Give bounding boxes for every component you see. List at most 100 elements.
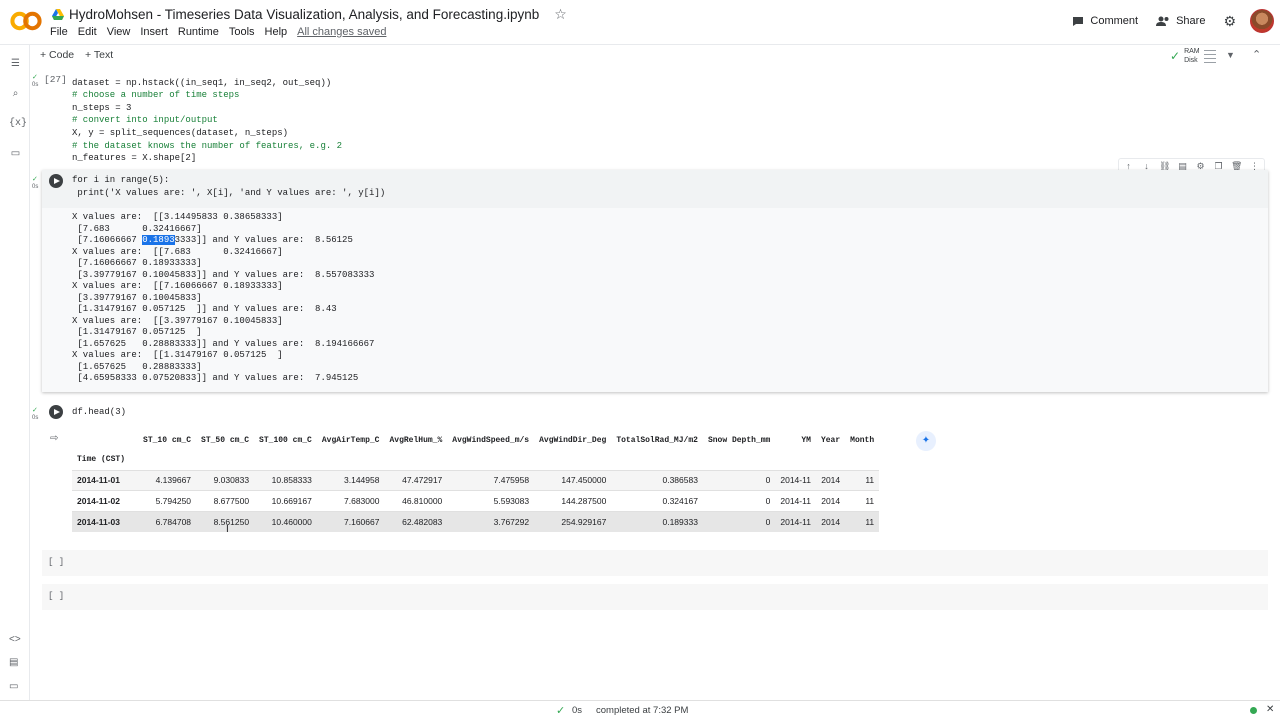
table-cell: 3.144958 bbox=[316, 470, 385, 491]
runtime-dropdown-icon[interactable]: ▼ bbox=[1226, 50, 1235, 60]
add-text-button[interactable]: + Text bbox=[85, 49, 113, 61]
code-snippets-icon[interactable]: <> bbox=[9, 634, 21, 645]
code-line: dataset = np.hstack((in_seq1, in_seq2, o… bbox=[72, 77, 332, 88]
menu-tools[interactable]: Tools bbox=[229, 26, 255, 38]
cell-output-text[interactable]: X values are: [[3.14495833 0.38658333] [… bbox=[72, 212, 374, 385]
table-cell: 7.475958 bbox=[447, 470, 535, 491]
share-button[interactable]: Share bbox=[1156, 15, 1205, 27]
table-row: 2014-11-03 6.784708 8.561250 10.460000 7… bbox=[72, 511, 880, 532]
status-check-icon: ✓ bbox=[556, 705, 566, 717]
menu-insert[interactable]: Insert bbox=[140, 26, 168, 38]
menu-file[interactable]: File bbox=[50, 26, 68, 38]
table-header-blank bbox=[72, 430, 138, 450]
comment-button[interactable]: Comment bbox=[1072, 15, 1138, 27]
exec-time: 0s bbox=[32, 82, 39, 88]
user-avatar[interactable] bbox=[1250, 9, 1274, 33]
run-cell-button[interactable] bbox=[49, 174, 63, 188]
table-cell: 0 bbox=[702, 470, 776, 491]
code-comment: # choose a number of time steps bbox=[72, 90, 240, 101]
table-header: AvgWindDir_Deg bbox=[539, 435, 607, 445]
save-status[interactable]: All changes saved bbox=[297, 26, 386, 38]
table-cell: 2014-11 bbox=[775, 470, 816, 491]
index-name-row: Time (CST) bbox=[72, 450, 879, 470]
menu-edit[interactable]: Edit bbox=[78, 26, 97, 38]
notebook-title[interactable]: HydroMohsen - Timeseries Data Visualizat… bbox=[69, 7, 539, 22]
table-header: Year bbox=[820, 435, 841, 445]
status-bar: ✓ 0s completed at 7:32 PM ✕ bbox=[0, 700, 1280, 720]
table-cell: 11 bbox=[845, 470, 880, 491]
menu-runtime[interactable]: Runtime bbox=[178, 26, 219, 38]
status-message[interactable]: completed at 7:32 PM bbox=[596, 705, 688, 716]
table-row: 2014-11-01 4.139667 9.030833 10.858333 3… bbox=[72, 470, 880, 491]
connected-check-icon: ✓ bbox=[1170, 49, 1181, 63]
cell-prompt: [ ] bbox=[48, 557, 65, 567]
disk-bar bbox=[1203, 57, 1216, 63]
table-cell: 10.669167 bbox=[271, 495, 312, 506]
table-cell: 5.794250 bbox=[155, 495, 192, 506]
table-cell: 62.482083 bbox=[384, 511, 448, 532]
table-cell: 11 bbox=[845, 511, 880, 532]
table-header: ST_50 cm_C bbox=[201, 435, 250, 445]
code-editor[interactable]: for i in range(5): print('X values are: … bbox=[72, 174, 385, 199]
table-cell: 6.784708 bbox=[138, 511, 197, 532]
add-code-button[interactable]: + Code bbox=[40, 49, 74, 61]
table-cell: 147.450000 bbox=[534, 470, 612, 491]
table-cell: 4.139667 bbox=[138, 470, 197, 491]
code-comment: # the dataset knows the number of featur… bbox=[72, 140, 343, 151]
app-header: HydroMohsen - Timeseries Data Visualizat… bbox=[0, 0, 1280, 44]
table-cell: 11 bbox=[865, 495, 875, 506]
run-cell-button[interactable] bbox=[49, 405, 63, 419]
table-cell: 2014-11-01 bbox=[72, 470, 139, 491]
magic-wand-icon[interactable]: ✦ bbox=[916, 431, 936, 451]
table-row: 2014-11-02 5.794250 8.677500 10.669167 7… bbox=[72, 490, 880, 512]
code-cell-3[interactable]: df.head(3) bbox=[72, 406, 126, 419]
table-cell: 144.287500 bbox=[561, 495, 607, 506]
menu-view[interactable]: View bbox=[107, 26, 131, 38]
cell-prompt: [ ] bbox=[48, 591, 65, 601]
ram-disk-indicator[interactable]: ✓ RAM Disk bbox=[1170, 47, 1216, 65]
cell-prompt: [27] bbox=[44, 74, 67, 85]
ram-bar bbox=[1203, 49, 1216, 55]
star-icon[interactable]: ☆ bbox=[554, 6, 567, 23]
cell-input[interactable]: for i in range(5): print('X values are: … bbox=[42, 170, 1268, 208]
code-cell-2[interactable]: for i in range(5): print('X values are: … bbox=[42, 170, 1268, 392]
table-cell: 7.160667 bbox=[316, 511, 385, 532]
table-cell: 0 bbox=[765, 495, 771, 506]
table-of-contents-icon[interactable]: ☰ bbox=[9, 58, 22, 71]
code-line: n_steps = 3 bbox=[72, 102, 132, 113]
close-status-icon[interactable]: ✕ bbox=[1266, 704, 1274, 715]
ram-label: RAM bbox=[1184, 48, 1200, 55]
table-cell: 0 bbox=[702, 511, 776, 532]
code-comment: # convert into input/output bbox=[72, 115, 218, 126]
search-icon[interactable]: ⌕ bbox=[9, 88, 22, 101]
table-header: YM bbox=[801, 435, 811, 445]
empty-code-cell[interactable]: [ ] bbox=[42, 550, 1268, 576]
table-cell: 47.472917 bbox=[384, 470, 448, 491]
menu-help[interactable]: Help bbox=[265, 26, 288, 38]
text-cursor-icon: I bbox=[226, 524, 229, 535]
status-time: 0s bbox=[572, 705, 583, 716]
command-palette-icon[interactable]: ▤ bbox=[9, 657, 18, 668]
variables-icon[interactable]: {x} bbox=[9, 118, 27, 131]
table-header: AvgWindSpeed_m/s bbox=[452, 435, 530, 445]
output-action-icon[interactable]: ⇨ bbox=[50, 433, 58, 444]
table-cell: 2014-11 bbox=[775, 511, 816, 532]
table-cell: 2014 bbox=[821, 495, 841, 506]
collapse-header-icon[interactable]: ⌃ bbox=[1252, 48, 1261, 61]
table-cell: 0.324167 bbox=[662, 495, 698, 506]
exec-success-icon: ✓ bbox=[32, 74, 38, 81]
table-cell: 0.189333 bbox=[611, 511, 703, 532]
colab-logo-icon[interactable] bbox=[10, 7, 42, 35]
files-folder-icon[interactable]: ▭ bbox=[9, 148, 22, 161]
left-sidebar: ☰ ⌕ {x} ▭ bbox=[0, 44, 30, 700]
table-cell: 10.460000 bbox=[254, 511, 317, 532]
table-cell: 10.858333 bbox=[254, 470, 317, 491]
table-cell: 9.030833 bbox=[196, 470, 255, 491]
table-cell: 8.677500 bbox=[213, 495, 250, 506]
table-cell: 3.767292 bbox=[447, 511, 535, 532]
connection-status-icon bbox=[1250, 707, 1257, 714]
code-cell-1[interactable]: dataset = np.hstack((in_seq1, in_seq2, o… bbox=[72, 64, 342, 177]
empty-code-cell[interactable]: [ ] bbox=[42, 584, 1268, 610]
terminal-icon[interactable]: ▭ bbox=[9, 681, 18, 692]
settings-gear-icon[interactable]: ⚙ bbox=[1223, 13, 1236, 30]
